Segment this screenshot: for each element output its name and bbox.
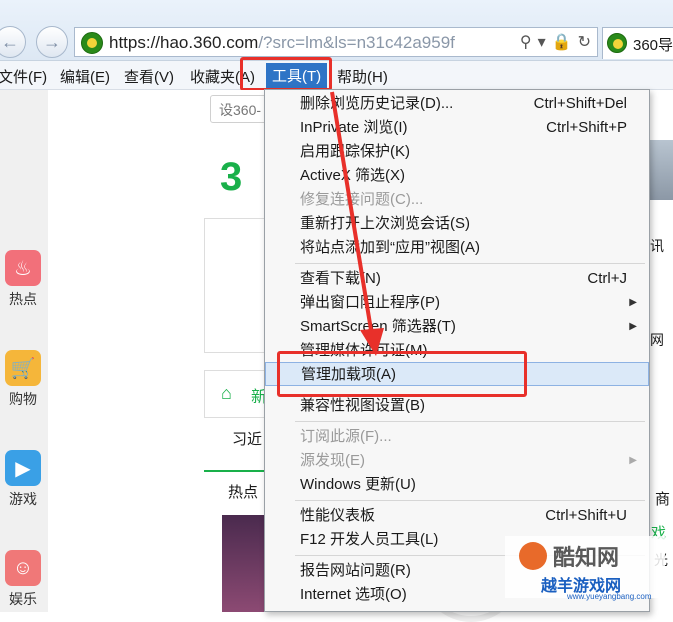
watermark-badge: 酷知网 越羊游戏网 www.yueyangbang.com (505, 536, 665, 601)
rail-item-entertainment[interactable]: ☺ 娱乐 (0, 550, 46, 609)
tools-item-activex[interactable]: ActiveX 筛选(X) (265, 164, 649, 188)
rail-item-shopping[interactable]: 🛒 购物 (0, 350, 46, 409)
refresh-icon[interactable]: ↻ (578, 32, 591, 52)
tools-item-label: 启用跟踪保护(K) (300, 143, 410, 160)
forward-arrow-icon: → (43, 31, 61, 52)
tools-item-reopen-session[interactable]: 重新打开上次浏览会话(S) (265, 212, 649, 236)
tools-item-label: 性能仪表板 (300, 507, 376, 524)
url-text: https://hao.360.com/?src=lm&ls=n31c42a95… (109, 33, 455, 53)
tools-item-label: 查看下载(N) (300, 270, 381, 287)
tools-item-delete-history[interactable]: 删除浏览历史记录(D)... Ctrl+Shift+Del (265, 92, 649, 116)
back-arrow-icon: ← (1, 31, 19, 52)
tools-item-compat-view[interactable]: 兼容性视图设置(B) (265, 394, 649, 418)
tools-item-label: 删除浏览历史记录(D)... (300, 95, 454, 112)
submenu-arrow-icon: ▶ (629, 321, 637, 332)
tools-item-label: 弹出窗口阻止程序(P) (300, 294, 440, 311)
search-icon[interactable]: ⚲ (520, 32, 532, 52)
tools-item-label: 重新打开上次浏览会话(S) (300, 215, 470, 232)
tools-item-shortcut: Ctrl+J (587, 270, 627, 287)
tools-item-shortcut: Ctrl+Shift+Del (533, 95, 627, 112)
rail-label-entertainment: 娱乐 (9, 591, 37, 607)
tools-item-label: ActiveX 筛选(X) (300, 167, 406, 184)
menu-file[interactable]: 文件(F) (0, 66, 47, 87)
tools-item-label: Internet 选项(O) (300, 586, 407, 603)
annotation-box-manage-addons (277, 351, 527, 397)
menu-separator (295, 421, 645, 422)
tools-item-fix-connection[interactable]: 修复连接问题(C)... (265, 188, 649, 212)
back-button[interactable]: ← (0, 26, 26, 58)
brand-url: www.yueyangbang.com (567, 592, 652, 601)
tools-item-smartscreen[interactable]: SmartScreen 筛选器(T) ▶ (265, 315, 649, 339)
submenu-arrow-icon: ▶ (629, 297, 637, 308)
content-card (204, 218, 266, 353)
tools-item-view-downloads[interactable]: 查看下载(N) Ctrl+J (265, 267, 649, 291)
right-snippet-3: 商 (655, 491, 671, 508)
tools-item-popup-blocker[interactable]: 弹出窗口阻止程序(P) ▶ (265, 291, 649, 315)
tab-favicon-icon (607, 33, 627, 53)
tools-item-performance-dashboard[interactable]: 性能仪表板 Ctrl+Shift+U (265, 504, 649, 528)
tools-item-label: 将站点添加到“应用”视图(A) (300, 239, 480, 256)
url-actions: ⚲ ▾ 🔒 ↻ (520, 32, 591, 52)
site-favicon-icon (81, 32, 103, 54)
url-query: /?src=lm&ls=n31c42a959f (258, 33, 455, 52)
rail-label-games: 游戏 (9, 491, 37, 507)
flame-icon: ♨ (5, 250, 41, 286)
rail-item-games[interactable]: ▶ 游戏 (0, 450, 46, 509)
tools-item-label: SmartScreen 筛选器(T) (300, 318, 456, 335)
url-field[interactable]: https://hao.360.com/?src=lm&ls=n31c42a95… (74, 27, 598, 57)
card-hot-label[interactable]: 热点 (228, 481, 258, 502)
news-header-card: ⌂ 新 (204, 370, 267, 418)
card-xi-label[interactable]: 习近 (232, 428, 262, 449)
menu-separator (295, 500, 645, 501)
lock-icon[interactable]: 🔒 (552, 32, 572, 52)
tab-label: 360导 (633, 37, 673, 54)
menu-bar: 文件(F) 编辑(E) 查看(V) 收藏夹(A) 工具(T) 帮助(H) (0, 61, 673, 90)
tools-item-label: 兼容性视图设置(B) (300, 397, 425, 414)
menu-edit[interactable]: 编辑(E) (60, 66, 110, 87)
tools-item-tracking-protection[interactable]: 启用跟踪保护(K) (265, 140, 649, 164)
brand-name: 酷知网 (553, 545, 620, 570)
cart-icon: 🛒 (5, 350, 41, 386)
rail-label-shopping: 购物 (9, 391, 37, 407)
home-icon: ⌂ (221, 383, 232, 403)
weather-image (648, 140, 673, 200)
tools-item-shortcut: Ctrl+Shift+U (545, 507, 627, 524)
brand-logo-icon (519, 542, 547, 570)
tools-item-shortcut: Ctrl+Shift+P (546, 119, 627, 136)
section-divider (204, 470, 266, 472)
tools-item-subscribe-feed[interactable]: 订阅此源(F)... (265, 425, 649, 449)
face-icon: ☺ (5, 550, 41, 586)
tools-item-label: Windows 更新(U) (300, 476, 416, 493)
annotation-box-tools (240, 57, 332, 91)
tools-item-label: F12 开发人员工具(L) (300, 531, 439, 548)
forward-button[interactable]: → (36, 26, 68, 58)
tools-item-label: 源发现(E) (300, 452, 365, 469)
tools-item-label: 修复连接问题(C)... (300, 191, 424, 208)
menu-help[interactable]: 帮助(H) (337, 66, 388, 87)
tools-item-windows-update[interactable]: Windows 更新(U) (265, 473, 649, 497)
tools-item-inprivate[interactable]: InPrivate 浏览(I) Ctrl+Shift+P (265, 116, 649, 140)
menu-view[interactable]: 查看(V) (124, 66, 174, 87)
tools-item-label: InPrivate 浏览(I) (300, 119, 408, 136)
right-snippet-1: 讯 (650, 238, 664, 254)
tools-item-feed-discovery[interactable]: 源发现(E) ▶ (265, 449, 649, 473)
address-bar: ← → https://hao.360.com/?src=lm&ls=n31c4… (0, 0, 673, 61)
dropdown-icon[interactable]: ▾ (538, 32, 546, 52)
rail-label-hot: 热点 (9, 291, 37, 307)
tools-item-label: 订阅此源(F)... (300, 428, 392, 445)
url-main: https://hao.360.com (109, 33, 259, 52)
menu-separator (295, 263, 645, 264)
gamepad-icon: ▶ (5, 450, 41, 486)
site-logo: 3 (220, 155, 243, 199)
tools-item-add-to-apps[interactable]: 将站点添加到“应用”视图(A) (265, 236, 649, 260)
tools-item-label: 报告网站问题(R) (300, 562, 411, 579)
right-snippet-2: 网 (650, 332, 664, 348)
rail-item-hot[interactable]: ♨ 热点 (0, 250, 46, 309)
browser-tab[interactable]: 360导 (602, 27, 673, 59)
submenu-arrow-icon: ▶ (629, 455, 637, 466)
news-image[interactable] (222, 515, 266, 612)
